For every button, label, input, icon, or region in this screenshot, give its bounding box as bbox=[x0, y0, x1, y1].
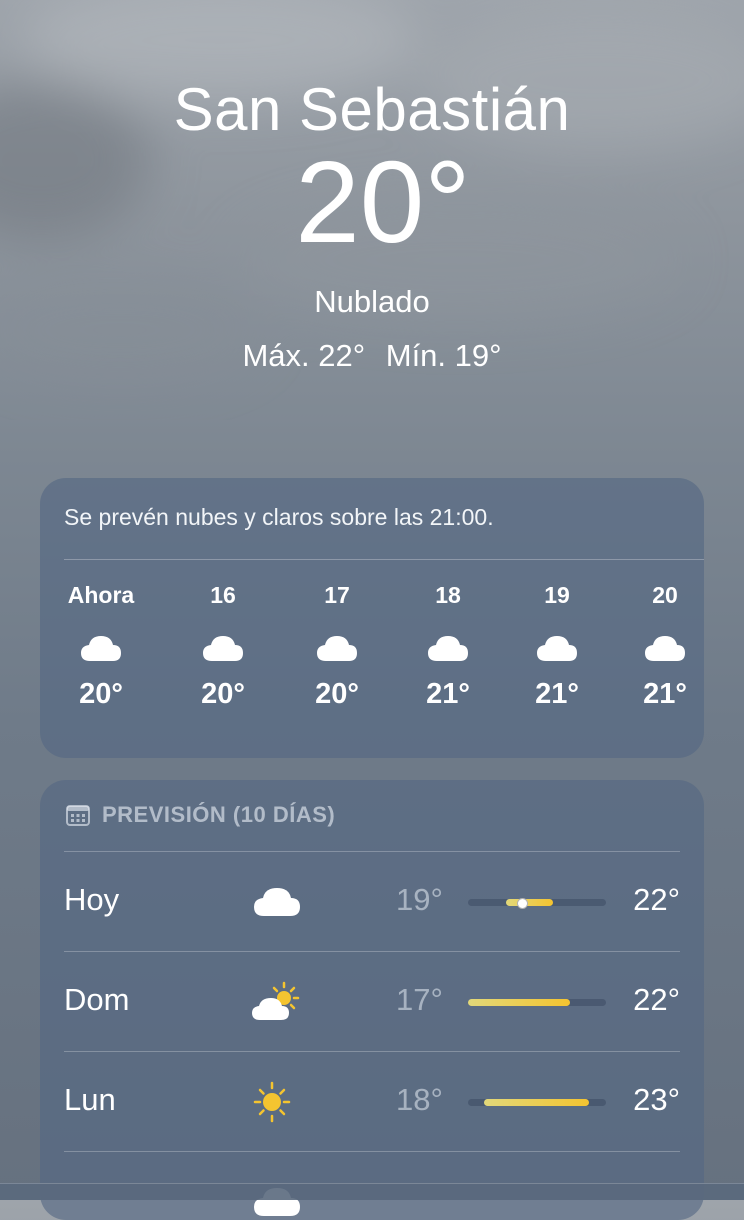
hour-item: 16 20° bbox=[173, 582, 273, 711]
high-temp: 23° bbox=[633, 1082, 680, 1117]
low-temp: 18° bbox=[396, 1082, 443, 1117]
hour-item: Ahora 20° bbox=[51, 582, 151, 711]
hour-temp: 21° bbox=[535, 678, 579, 710]
cloud-icon bbox=[537, 636, 577, 661]
cloud-icon bbox=[317, 636, 357, 661]
hour-label: Ahora bbox=[67, 582, 135, 608]
ten-day-forecast-card[interactable]: PREVISIÓN (10 DÍAS) Hoy 19° 22° Dom 17° … bbox=[40, 780, 704, 1220]
forecast-header: PREVISIÓN (10 DÍAS) bbox=[66, 802, 335, 828]
sun-icon bbox=[253, 1081, 291, 1123]
temp-range-bar bbox=[468, 999, 606, 1006]
forecast-row-monday[interactable]: Lun 18° 23° bbox=[40, 1052, 704, 1152]
divider bbox=[64, 559, 704, 560]
bottom-toolbar[interactable] bbox=[0, 1183, 744, 1200]
temp-range-fill bbox=[484, 1099, 589, 1106]
hour-item: 19 21° bbox=[507, 582, 607, 711]
forecast-row-today[interactable]: Hoy 19° 22° bbox=[40, 852, 704, 952]
hour-temp: 21° bbox=[426, 678, 470, 710]
hour-label: 19 bbox=[544, 582, 570, 608]
current-temp-dot bbox=[517, 898, 528, 909]
weather-condition: Nublado bbox=[314, 284, 430, 319]
high-temp: 22° bbox=[633, 882, 680, 917]
hour-item: 20 21° bbox=[615, 582, 704, 711]
high-temp: 22° bbox=[633, 982, 680, 1017]
cloud-sun-icon bbox=[252, 981, 300, 1020]
day-label: Dom bbox=[64, 982, 130, 1017]
hourly-forecast-card[interactable]: Se prevén nubes y claros sobre las 21:00… bbox=[40, 478, 704, 758]
hour-label: 17 bbox=[324, 582, 350, 608]
cloud-icon bbox=[81, 636, 121, 661]
day-label: Hoy bbox=[64, 882, 120, 917]
hour-temp: 20° bbox=[79, 678, 123, 710]
hour-temp: 21° bbox=[643, 678, 687, 710]
temp-range-fill bbox=[506, 899, 553, 906]
low-temp: 19° bbox=[396, 882, 443, 917]
cloud-icon bbox=[254, 888, 300, 916]
forecast-title: PREVISIÓN (10 DÍAS) bbox=[102, 802, 336, 827]
temp-range-fill bbox=[468, 999, 570, 1006]
hour-item: 17 20° bbox=[287, 582, 387, 711]
high-low-temps: Máx. 22° Mín. 19° bbox=[0, 338, 744, 374]
hour-label: 20 bbox=[652, 582, 678, 608]
hour-label: 16 bbox=[210, 582, 236, 608]
forecast-row-sunday[interactable]: Dom 17° 22° bbox=[40, 952, 704, 1052]
low-temp: Mín. 19° bbox=[385, 338, 502, 373]
hour-item: 18 21° bbox=[398, 582, 498, 711]
cloud-icon bbox=[428, 636, 468, 661]
hourly-summary: Se prevén nubes y claros sobre las 21:00… bbox=[64, 504, 494, 530]
cloud-icon bbox=[203, 636, 243, 661]
low-temp: 17° bbox=[396, 982, 443, 1017]
calendar-icon bbox=[66, 805, 90, 826]
hour-temp: 20° bbox=[315, 678, 359, 710]
cloud-icon bbox=[645, 636, 685, 661]
hour-label: 18 bbox=[435, 582, 461, 608]
temp-range-bar bbox=[468, 898, 606, 909]
current-temperature: 20° bbox=[295, 137, 471, 267]
hour-temp: 20° bbox=[201, 678, 245, 710]
city-name: San Sebastián bbox=[173, 76, 571, 143]
temp-range-bar bbox=[468, 1099, 606, 1106]
current-weather-header: San Sebastián 20° Nublado Máx. 22° Mín. … bbox=[0, 70, 744, 374]
day-label: Lun bbox=[64, 1082, 116, 1117]
high-temp: Máx. 22° bbox=[242, 338, 366, 373]
